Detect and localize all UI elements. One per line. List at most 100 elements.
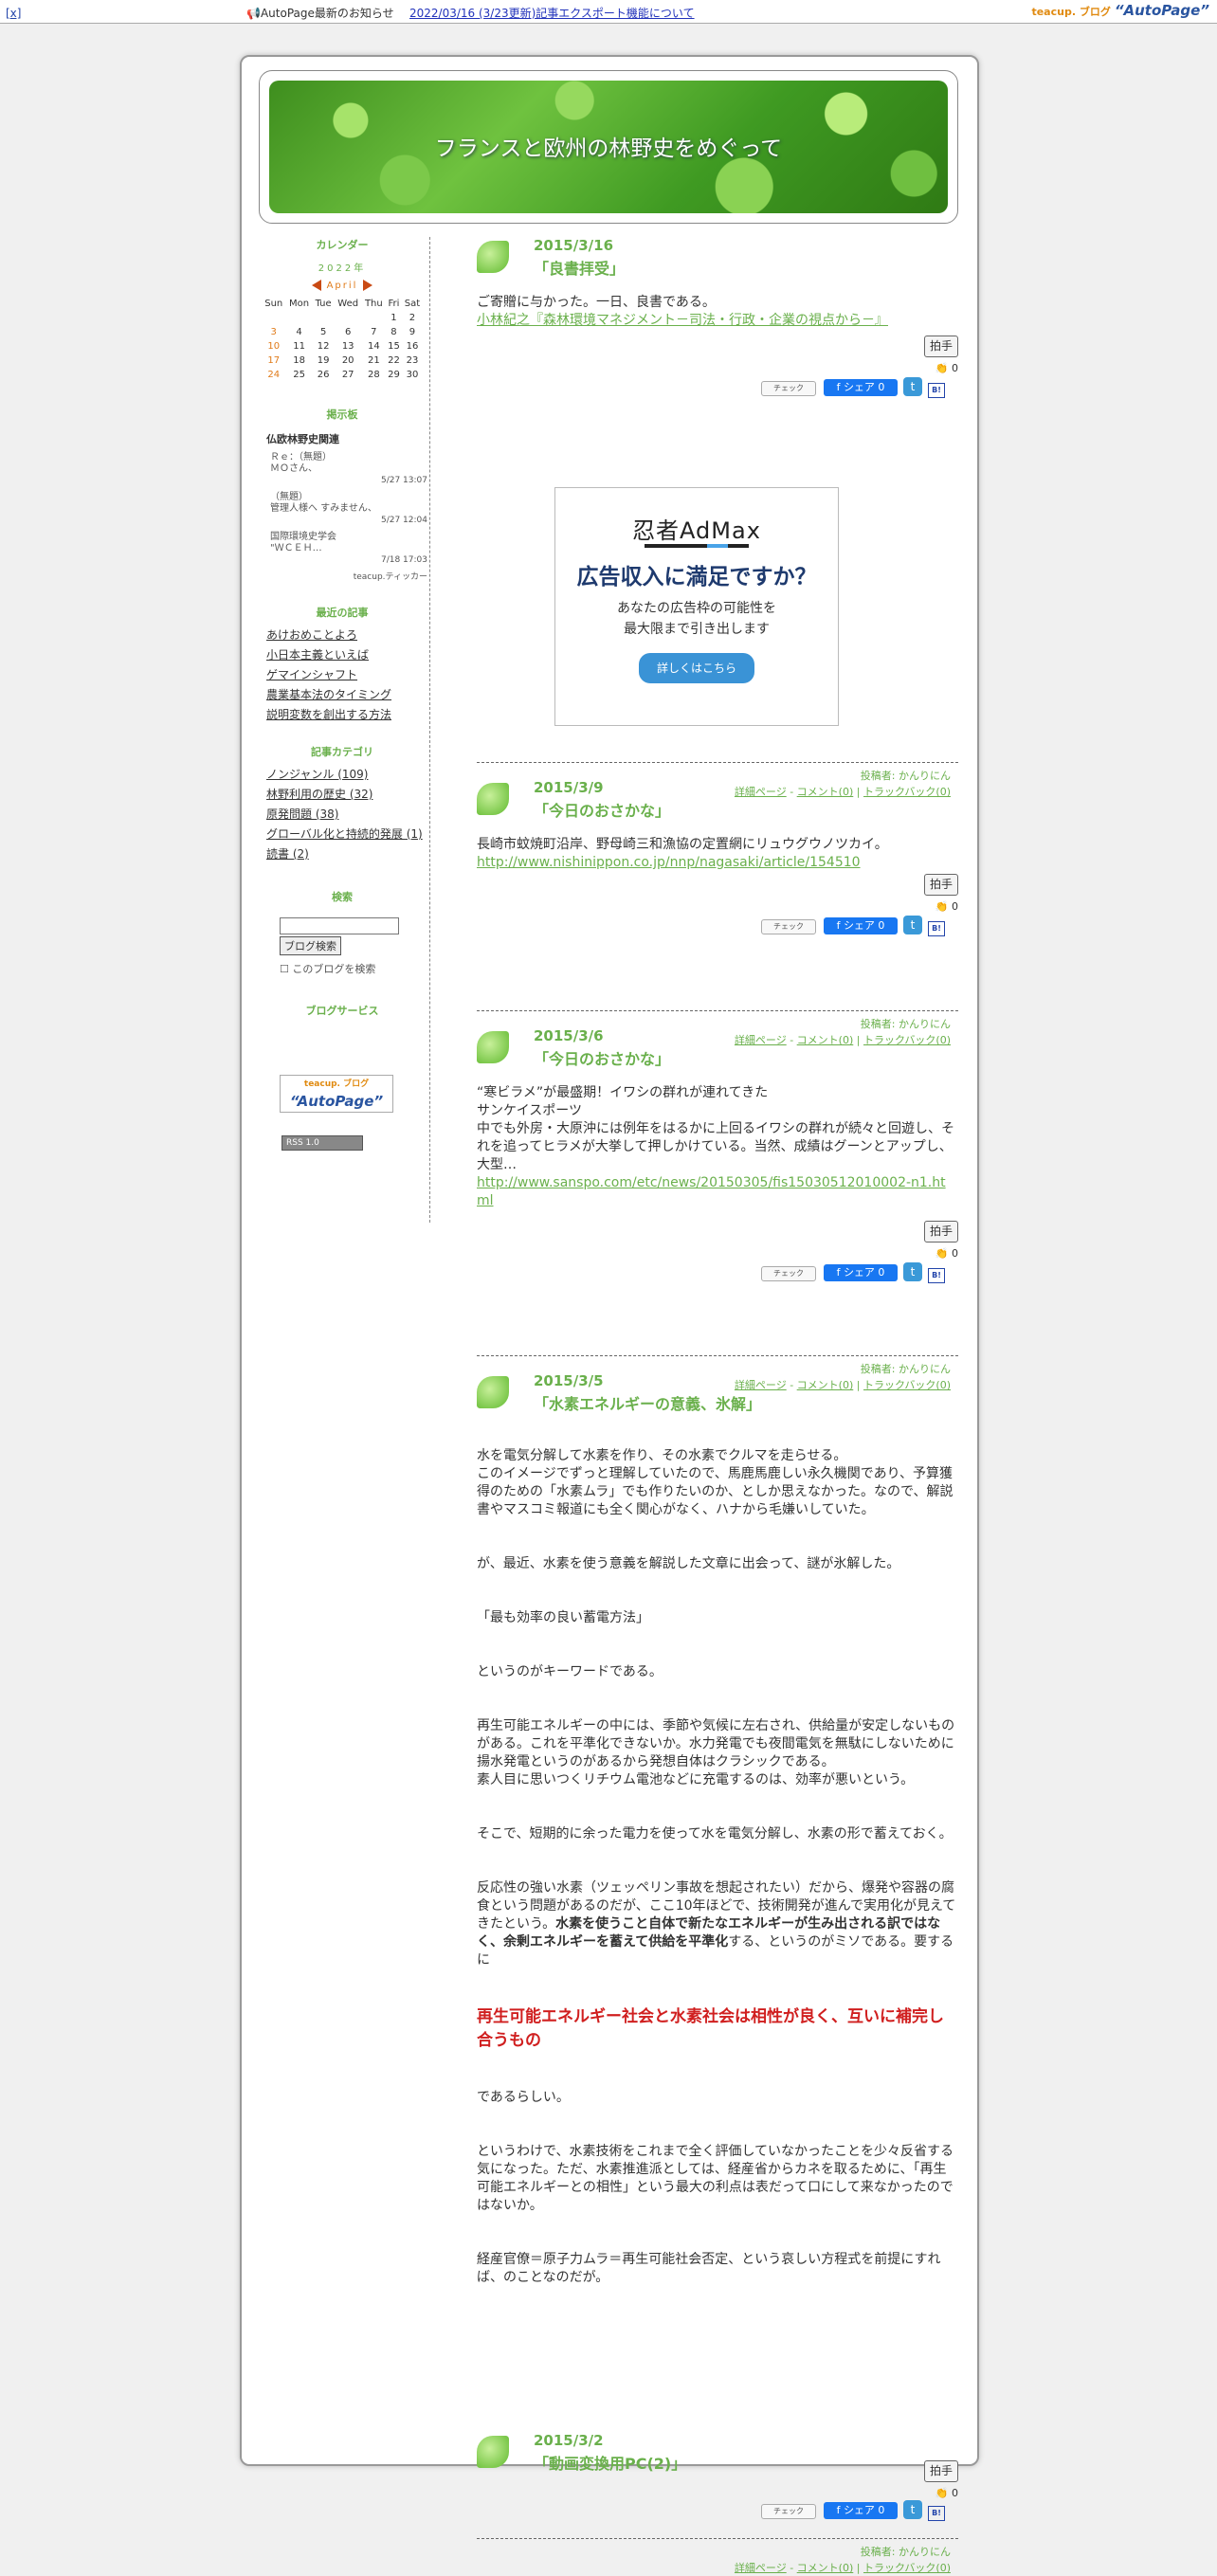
calendar-day: 11 (293, 341, 305, 352)
entry-paragraph: 反応性の強い水素（ツェッペリン事故を想起されたい）だから、爆発や容器の腐食という… (477, 1880, 956, 1968)
calendar-weekday: Sat (404, 299, 421, 309)
category-link[interactable]: 読書 (2) (266, 847, 309, 861)
notice-link[interactable]: 2022/03/16 (3/23更新)記事エクスポート機能について (409, 5, 695, 21)
hatena-bookmark-icon[interactable]: B! (928, 921, 945, 936)
category-link[interactable]: 原発問題 (38) (266, 807, 338, 821)
blog-search-button[interactable]: ブログ検索 (280, 936, 341, 955)
bbs-item[interactable]: 国際環境史学会 "ＷＣＥＨ… 7/18 17:03 (270, 532, 427, 566)
recent-entry-link[interactable]: あけおめことよろ (266, 628, 357, 642)
facebook-share-button[interactable]: f シェア 0 (824, 1264, 898, 1281)
calendar-day (262, 311, 285, 325)
hatena-bookmark-icon[interactable]: B! (928, 2506, 945, 2521)
calendar-day (313, 311, 335, 325)
check-button[interactable]: チェック (761, 2504, 816, 2519)
category-link[interactable]: グローバル化と持続的発展 (1) (266, 827, 423, 841)
entry-date[interactable]: 2015/3/16 (534, 237, 613, 255)
calendar-day: 9 (409, 327, 416, 337)
clap-widget: 拍手 👏 0 (920, 874, 958, 916)
calendar-day: 1 (391, 313, 397, 323)
bbs-item[interactable]: （無題） 管理人様へ すみません、 5/27 12:04 (270, 492, 427, 526)
search-input[interactable] (280, 917, 399, 934)
entry-title[interactable]: 「水素エネルギーの意義、氷解」 (534, 1395, 761, 1413)
bbs-item[interactable]: Ｒｅ：（無題） ＭＯさん、 5/27 13:07 (270, 452, 427, 486)
autopage-badge[interactable]: teacup. ブログ “AutoPage” (280, 1075, 393, 1113)
hatena-bookmark-icon[interactable]: B! (928, 1268, 945, 1283)
checkbox-icon[interactable]: ☐ (280, 963, 289, 975)
facebook-share-button[interactable]: f シェア 0 (824, 917, 898, 934)
entry-body: 水を電気分解して水素を作り、その水素でクルマを走らせる。 このイメージでずっと理… (477, 1429, 958, 2323)
entry-separator (477, 2538, 958, 2539)
entry-title[interactable]: 「今日のおさかな」 (534, 802, 670, 820)
clap-widget: 拍手 👏 0 (920, 336, 958, 377)
recent-entry-link[interactable]: 説明変数を創出する方法 (266, 708, 391, 721)
calendar-day: 7 (371, 327, 377, 337)
rss-badge[interactable]: RSS 1.0 (282, 1135, 363, 1151)
entry: 2015/3/9 「今日のおさかな」 長崎市蚊焼町沿岸、野母崎三和漁協の定置網に… (477, 779, 958, 1046)
detail-link[interactable]: 詳細ページ (735, 2562, 787, 2574)
search-scope[interactable]: ☐ このブログを検索 (280, 961, 427, 978)
blog-page: フランスと欧州の林野史をめぐって カレンダー 2022年 April Sun Mo… (240, 55, 979, 2574)
recent-entry-link[interactable]: 小日本主義といえば (266, 648, 369, 662)
entry-date[interactable]: 2015/3/6 (534, 1027, 604, 1045)
category-link[interactable]: 林野利用の歴史 (32) (266, 788, 372, 801)
calendar-weekday: Thu (364, 299, 383, 309)
megaphone-icon: 📢 (246, 7, 261, 20)
clap-count: 👏 0 (935, 900, 958, 913)
entry-title[interactable]: 「今日のおさかな」 (534, 1050, 670, 1068)
facebook-share-button[interactable]: f シェア 0 (824, 2502, 898, 2519)
entry-date[interactable]: 2015/3/2 (534, 2432, 604, 2450)
notice-label: 📢AutoPage最新のお知らせ (246, 7, 394, 20)
clap-button[interactable]: 拍手 (923, 1221, 958, 1243)
check-button[interactable]: チェック (761, 919, 816, 934)
social-buttons: チェック f シェア 0 t B! (761, 1262, 958, 1283)
autopage-logo[interactable]: teacup. ブログ “AutoPage” (1031, 2, 1209, 19)
calendar-day: 23 (406, 355, 419, 366)
entry-separator (477, 1010, 958, 1011)
clap-button[interactable]: 拍手 (923, 874, 958, 896)
bbs-footer[interactable]: teacup.ティッカー (257, 570, 427, 582)
calendar-day: 16 (406, 341, 419, 352)
calendar-weekday: Sun (264, 299, 283, 309)
twitter-icon[interactable]: t (903, 2500, 922, 2519)
twitter-icon[interactable]: t (903, 916, 922, 934)
check-button[interactable]: チェック (761, 1266, 816, 1281)
clap-button[interactable]: 拍手 (923, 336, 958, 357)
entry-body: “寒ビラメ”が最盛期！イワシの群れが連れてきた サンケイスポーツ 中でも外房・大… (477, 1084, 958, 1210)
ad-headline: 広告収入に満足ですか？ (576, 565, 817, 590)
calendar-day (362, 311, 386, 325)
entry-title[interactable]: 「良書拝受」 (534, 260, 625, 278)
comment-link[interactable]: コメント(0) (797, 2562, 854, 2574)
entry-text: “寒ビラメ”が最盛期！イワシの群れが連れてきた (477, 1085, 769, 1100)
entry-date[interactable]: 2015/3/5 (534, 1372, 604, 1390)
facebook-share-button[interactable]: f シェア 0 (824, 379, 898, 396)
recent-entry-link[interactable]: 農業基本法のタイミング (266, 688, 391, 701)
entry-link[interactable]: http://www.sanspo.com/etc/news/20150305/… (477, 1175, 946, 1208)
entry-link[interactable]: 小林紀之『森林環境マネジメント－司法・行政・企業の視点から－』 (477, 313, 888, 328)
entry-text: 長崎市蚊焼町沿岸、野母崎三和漁協の定置網にリュウグウノツカイ。 (477, 837, 888, 852)
bbs-list: Ｒｅ：（無題） ＭＯさん、 5/27 13:07 （無題） 管理人様へ すみません、… (257, 452, 427, 566)
prev-month-arrow-icon[interactable] (311, 280, 321, 291)
twitter-icon[interactable]: t (903, 377, 922, 396)
calendar-day: 14 (367, 341, 380, 352)
entry-date[interactable]: 2015/3/9 (534, 779, 604, 797)
recent-entry-link[interactable]: ゲマインシャフト (266, 668, 357, 681)
ad-banner[interactable]: 忍者AdMax 広告収入に満足ですか？ あなたの広告枠の可能性を 最大限まで引き出… (554, 487, 839, 726)
bbs-item-date: 7/18 17:03 (380, 555, 427, 565)
entry-text: ご寄贈に与かった。一日、良書である。 (477, 295, 716, 310)
check-button[interactable]: チェック (761, 381, 816, 396)
bbs-item-text: 国際環境史学会 "ＷＣＥＨ… (270, 532, 336, 553)
entry-paragraph: 水を電気分解して水素を作り、その水素でクルマを走らせる。 このイメージでずっと理… (477, 1448, 954, 1517)
calendar-day: 5 (319, 327, 327, 337)
category-link[interactable]: ノンジャンル (109) (266, 768, 368, 781)
trackback-link[interactable]: トラックバック(0) (863, 2562, 951, 2574)
ad-cta-button[interactable]: 詳しくはこちら (639, 653, 754, 683)
hatena-bookmark-icon[interactable]: B! (928, 383, 945, 398)
services-heading: ブログサービス (305, 1005, 379, 1017)
entry-title[interactable]: 「動画変換用PC(2)」 (534, 2455, 686, 2473)
leaf-icon (477, 1031, 509, 1063)
twitter-icon[interactable]: t (903, 1262, 922, 1281)
close-link[interactable]: [x] (6, 7, 21, 20)
blog-title[interactable]: フランスと欧州の林野史をめぐって (269, 130, 948, 162)
next-month-arrow-icon[interactable] (363, 280, 373, 291)
entry-link[interactable]: http://www.nishinippon.co.jp/nnp/nagasak… (477, 855, 861, 870)
